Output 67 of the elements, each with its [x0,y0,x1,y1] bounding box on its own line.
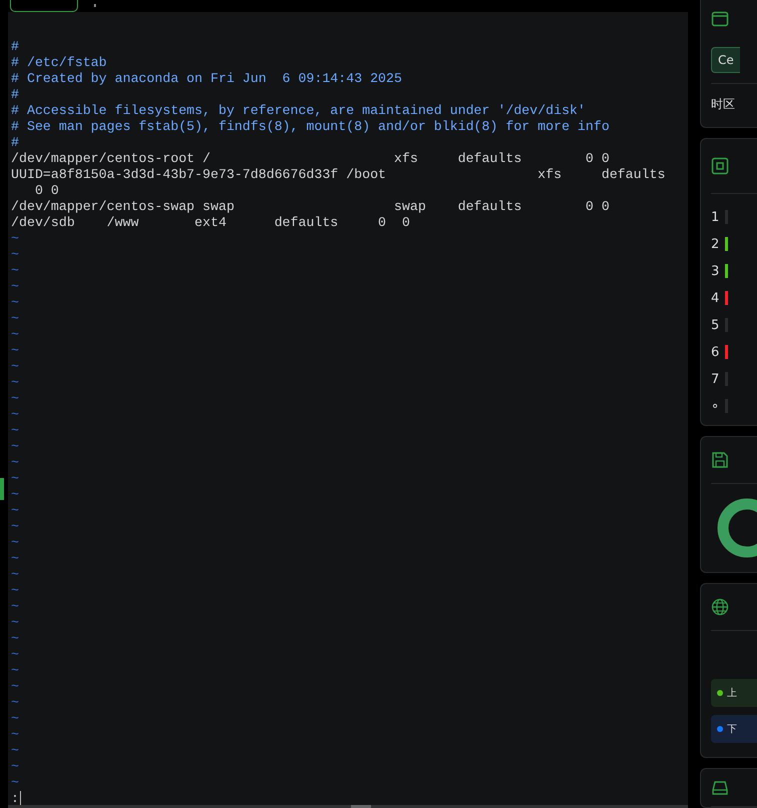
timezone-label: 时区 [711,83,757,127]
file-line: /dev/mapper/centos-root / xfs defaults 0 0 [11,151,610,167]
file-line: UUID=a8f8150a-3d3d-43b7-9e73-7d8d6676d33f /boot xfs defaults [11,167,666,183]
empty-line-marker: ~ [11,775,20,791]
donut-chart-drawing [717,498,757,558]
command-prompt: : [11,791,19,807]
horizontal-scrollbar[interactable] [8,805,688,808]
empty-line-marker: ~ [11,503,20,519]
file-line: 0 0 [34,183,60,199]
empty-line-marker: ~ [11,375,20,391]
file-line: # [11,135,20,151]
empty-line-marker: ~ [11,695,20,711]
empty-line-marker: ~ [11,599,20,615]
empty-line-marker: ~ [11,711,20,727]
empty-line-marker: ~ [11,567,20,583]
empty-line-marker: ~ [11,391,20,407]
empty-line-marker: ~ [11,295,20,311]
empty-line-marker: ~ [11,583,20,599]
core-number: 2 [711,236,719,252]
empty-line-marker: ~ [11,647,20,663]
chip-icon [711,157,729,175]
empty-line-marker: ~ [11,455,20,471]
file-line: # /etc/fstab [11,55,108,71]
core-number: 7 [711,372,719,386]
empty-line-marker: ~ [11,439,20,455]
empty-line-marker: ~ [11,679,20,695]
empty-line-marker: ~ [11,487,20,503]
empty-line-marker: ~ [11,743,20,759]
empty-line-marker: ~ [11,727,20,743]
empty-line-marker: ~ [11,327,20,343]
traffic-pill: 上 [711,679,757,707]
empty-line-marker: ~ [11,519,20,535]
window-icon [711,10,729,28]
info-button[interactable]: Ce [711,47,740,73]
file-line: /dev/mapper/centos-swap swap swap defaults 0 0 [11,199,610,215]
file-line: # See man pages fstab(5), findfs(8), mount(8) and/or blkid(8) for more info [11,119,610,135]
hard-drive-icon [711,778,729,796]
empty-line-marker: ~ [11,615,20,631]
empty-line-marker: ~ [11,631,20,647]
empty-line-marker: ~ [11,311,20,327]
empty-line-marker: ~ [11,343,20,359]
empty-line-marker: ~ [11,279,20,295]
empty-line-marker: ~ [11,759,20,775]
empty-line-marker: ~ [11,551,20,567]
empty-line-marker: ~ [11,535,20,551]
core-number: 3 [711,264,719,278]
core-number: 6 [711,344,719,360]
globe-icon [711,598,729,616]
core-number: ∘ [711,398,719,414]
empty-line-marker: ~ [11,663,20,679]
core-number: 4 [711,290,719,306]
empty-line-marker: ~ [11,247,20,263]
traffic-pill: 下 [711,715,757,743]
core-number: 5 [711,318,719,332]
file-line: # [11,87,20,103]
empty-line-marker: ~ [11,263,20,279]
empty-line-marker: ~ [11,231,20,247]
file-line: # [11,39,20,55]
file-line: /dev/sdb /www ext4 defaults 0 0 [11,215,411,231]
scroll-marker [0,478,4,500]
empty-line-marker: ~ [11,407,20,423]
empty-line-marker: ~ [11,359,20,375]
file-line: # Created by anaconda on Fri Jun 6 09:14:43 2025 [11,71,403,87]
core-number: 1 [711,210,719,224]
file-line: # Accessible filesystems, by reference, are maintained under '/dev/disk' [11,103,587,119]
empty-line-marker: ~ [11,423,20,439]
empty-line-marker: ~ [11,471,20,487]
